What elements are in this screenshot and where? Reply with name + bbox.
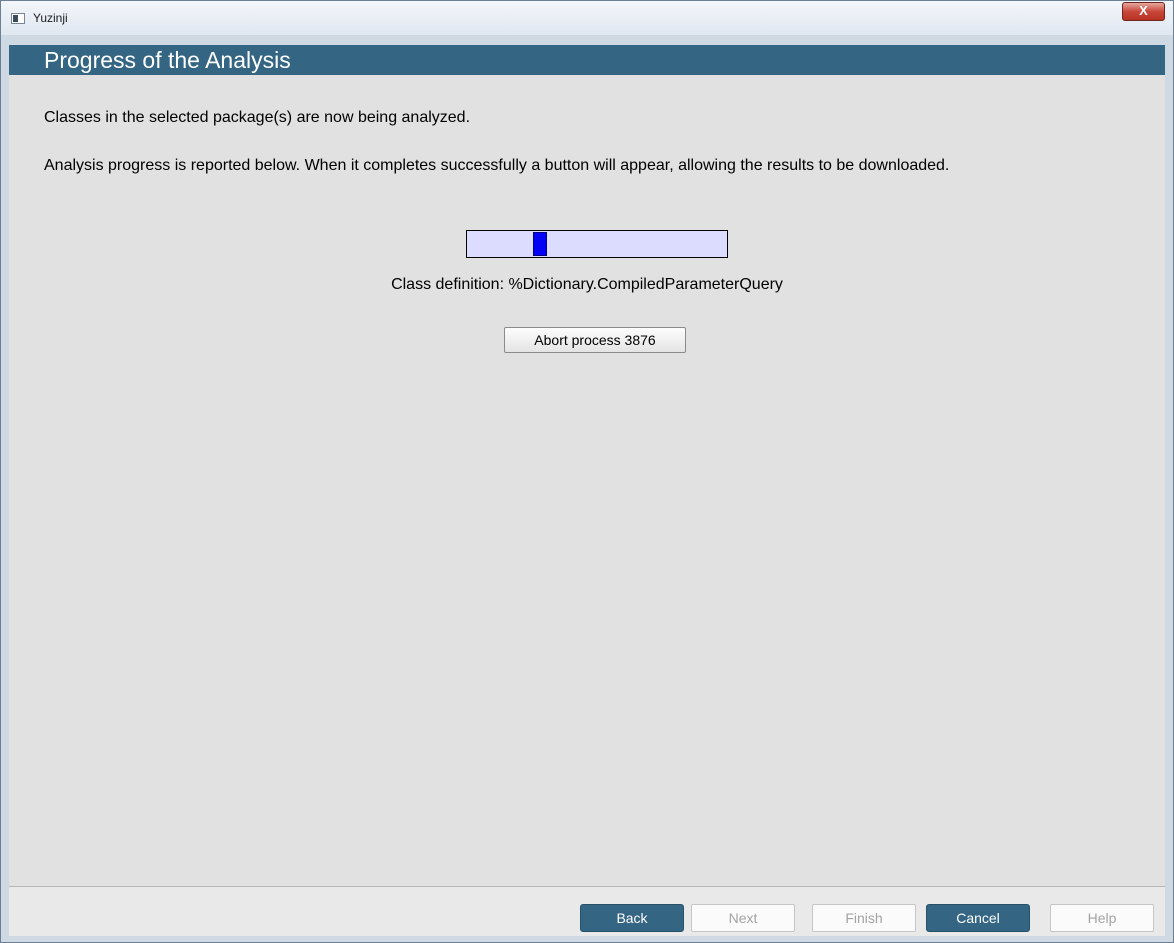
- page-title: Progress of the Analysis: [44, 47, 291, 73]
- next-button[interactable]: Next: [691, 904, 795, 932]
- close-icon: X: [1139, 3, 1148, 18]
- finish-button[interactable]: Finish: [812, 904, 916, 932]
- help-button[interactable]: Help: [1050, 904, 1154, 932]
- back-button[interactable]: Back: [580, 904, 684, 932]
- progress-indicator: [533, 232, 547, 256]
- wizard-footer: Back Next Finish Cancel Help: [9, 886, 1165, 936]
- progress-bar: [466, 230, 728, 258]
- page-header: Progress of the Analysis: [9, 45, 1165, 75]
- main-content: Classes in the selected package(s) are n…: [9, 75, 1165, 886]
- explanation-text: Analysis progress is reported below. Whe…: [44, 157, 950, 174]
- window-title: Yuzinji: [33, 11, 68, 25]
- cancel-button[interactable]: Cancel: [926, 904, 1030, 932]
- progress-status-text: Class definition: %Dictionary.CompiledPa…: [391, 276, 783, 293]
- title-bar[interactable]: Yuzinji X: [1, 1, 1173, 35]
- abort-process-button[interactable]: Abort process 3876: [504, 327, 686, 353]
- intro-text: Classes in the selected package(s) are n…: [44, 109, 471, 126]
- close-button[interactable]: X: [1122, 2, 1165, 21]
- app-window: Yuzinji X Progress of the Analysis Class…: [0, 0, 1174, 943]
- app-icon: [11, 13, 25, 24]
